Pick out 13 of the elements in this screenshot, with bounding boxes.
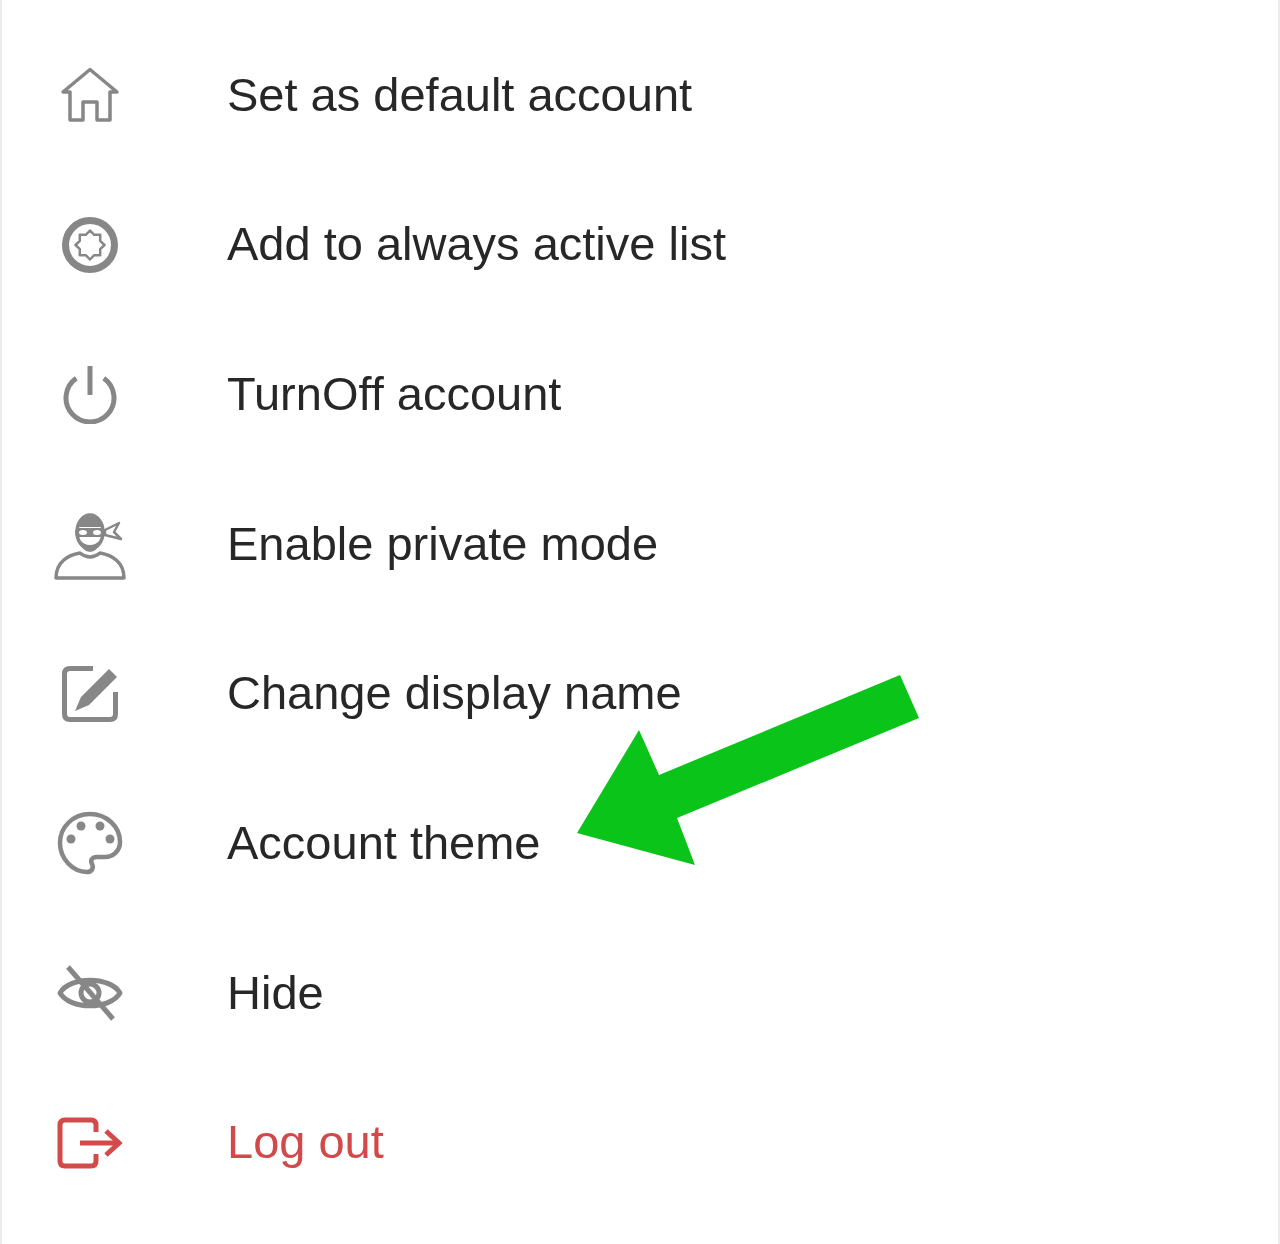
home-icon <box>60 66 120 123</box>
menu-item[interactable]: Log out <box>2 1067 1278 1218</box>
power-icon <box>61 364 119 425</box>
palette-icon <box>57 811 123 876</box>
menu-item[interactable]: Set as default account <box>2 20 1278 170</box>
menu-item[interactable]: Enable private mode <box>2 469 1278 619</box>
logout-icon <box>56 1115 124 1170</box>
ring-icon <box>62 216 118 273</box>
menu-item[interactable]: TurnOff account <box>2 319 1278 470</box>
menu-item[interactable]: Account theme <box>2 768 1278 919</box>
menu-item[interactable]: Add to always active list <box>2 169 1278 320</box>
menu-item[interactable]: Change display name <box>2 618 1278 769</box>
menu-item[interactable]: Hide <box>2 918 1278 1068</box>
